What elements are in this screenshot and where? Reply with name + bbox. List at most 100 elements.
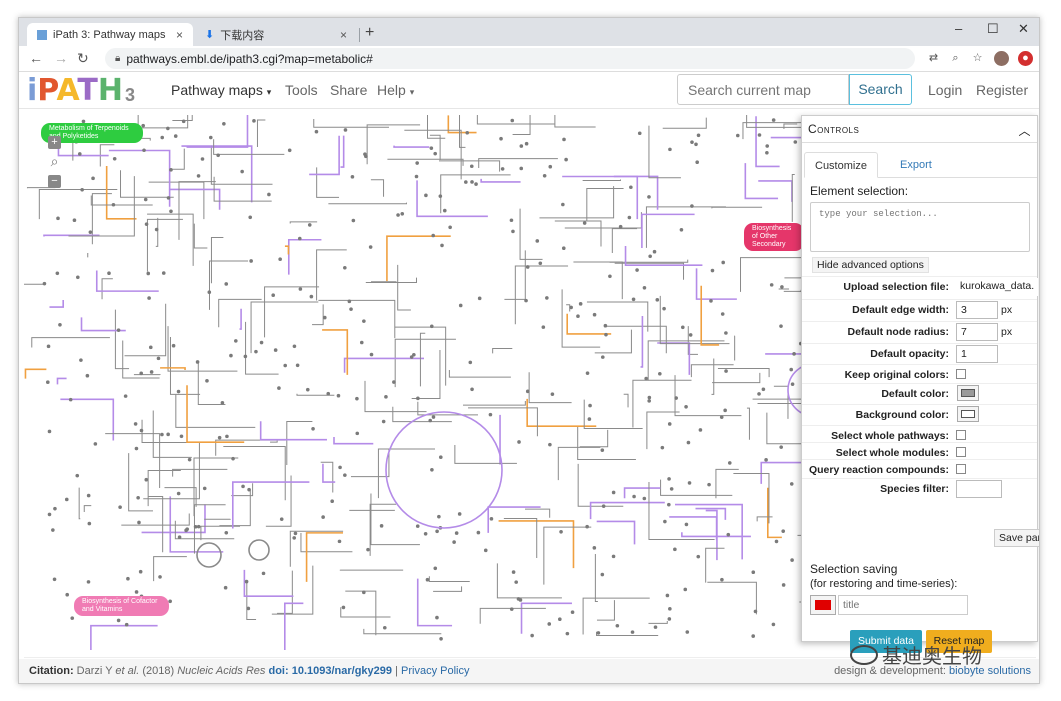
map-node[interactable] — [779, 445, 783, 449]
map-edge[interactable] — [428, 576, 470, 583]
map-node[interactable] — [592, 546, 597, 550]
map-edge[interactable] — [345, 590, 377, 636]
map-node[interactable] — [440, 243, 444, 248]
map-node[interactable] — [161, 271, 166, 275]
map-node[interactable] — [207, 290, 212, 295]
map-node[interactable] — [396, 213, 400, 217]
map-node[interactable] — [53, 506, 57, 511]
map-node[interactable] — [91, 176, 95, 181]
map-node[interactable] — [751, 634, 756, 638]
map-node[interactable] — [72, 218, 77, 223]
map-edge[interactable] — [648, 481, 715, 540]
map-node[interactable] — [519, 144, 524, 148]
map-node[interactable] — [709, 299, 713, 303]
map-node[interactable] — [58, 322, 62, 327]
map-edge[interactable] — [562, 175, 639, 220]
map-node[interactable] — [665, 593, 670, 598]
map-node[interactable] — [196, 174, 201, 178]
map-node[interactable] — [489, 517, 494, 521]
map-node[interactable] — [635, 268, 639, 272]
privacy-policy-link[interactable]: Privacy Policy — [401, 665, 469, 677]
map-node[interactable] — [179, 434, 184, 439]
map-node[interactable] — [790, 558, 794, 562]
map-node[interactable] — [137, 520, 141, 525]
tab-ipath[interactable]: iPath 3: Pathway maps × — [27, 23, 193, 46]
map-node[interactable] — [442, 208, 447, 213]
doi-link[interactable]: 10.1093/nar/gky299 — [292, 665, 392, 677]
map-edge[interactable] — [108, 149, 171, 207]
map-node[interactable] — [148, 345, 153, 350]
map-edge[interactable] — [675, 503, 743, 560]
map-node[interactable] — [690, 204, 694, 208]
map-edge[interactable] — [197, 362, 226, 405]
map-edge[interactable] — [193, 504, 226, 554]
map-edge[interactable] — [340, 135, 345, 168]
map-node[interactable] — [431, 415, 436, 419]
map-node[interactable] — [278, 257, 282, 261]
map-edge[interactable] — [519, 208, 543, 260]
map-edge[interactable] — [662, 117, 707, 129]
tab-export[interactable]: Export — [890, 152, 942, 178]
map-node[interactable] — [85, 373, 90, 378]
selection-title-input[interactable] — [838, 595, 968, 615]
map-node[interactable] — [469, 164, 474, 169]
url-field[interactable]: 🔒︎ pathways.embl.de/ipath3.cgi?map=metab… — [105, 48, 915, 69]
map-node[interactable] — [632, 494, 636, 499]
map-node[interactable] — [765, 150, 769, 155]
map-node[interactable] — [246, 606, 251, 611]
map-node[interactable] — [637, 131, 642, 136]
map-cycle[interactable] — [385, 411, 503, 529]
map-node[interactable] — [244, 579, 249, 584]
map-edge[interactable] — [56, 377, 67, 385]
map-node[interactable] — [149, 370, 154, 374]
map-node[interactable] — [757, 133, 762, 137]
map-edge[interactable] — [646, 411, 680, 450]
map-node[interactable] — [509, 218, 514, 223]
map-node[interactable] — [107, 271, 111, 276]
map-node[interactable] — [611, 490, 616, 495]
map-node[interactable] — [111, 202, 116, 207]
map-edge[interactable] — [623, 487, 661, 499]
map-node[interactable] — [592, 312, 597, 317]
map-edge[interactable] — [124, 303, 167, 357]
map-node[interactable] — [134, 446, 139, 451]
map-edge[interactable] — [178, 181, 216, 240]
map-node[interactable] — [618, 224, 623, 229]
map-node[interactable] — [321, 515, 325, 519]
map-edge[interactable] — [733, 472, 770, 524]
map-node[interactable] — [757, 392, 761, 396]
map-edge[interactable] — [148, 495, 164, 553]
map-edge[interactable] — [640, 316, 644, 368]
map-edge[interactable] — [756, 516, 773, 522]
map-edge[interactable] — [105, 166, 137, 220]
map-node[interactable] — [655, 298, 660, 302]
map-node[interactable] — [684, 522, 689, 527]
map-edge[interactable] — [695, 268, 737, 300]
map-node[interactable] — [64, 497, 69, 502]
map-node[interactable] — [630, 630, 635, 634]
map-node[interactable] — [753, 609, 758, 614]
map-node[interactable] — [46, 344, 51, 349]
map-edge[interactable] — [613, 175, 659, 210]
map-node[interactable] — [249, 259, 253, 263]
map-node[interactable] — [76, 275, 80, 280]
map-edge[interactable] — [147, 213, 194, 266]
map-node[interactable] — [647, 399, 651, 403]
map-node[interactable] — [158, 575, 162, 579]
map-edge[interactable] — [705, 547, 725, 583]
map-node[interactable] — [439, 636, 443, 641]
map-edge[interactable] — [128, 453, 153, 512]
map-node[interactable] — [437, 514, 441, 519]
map-edge[interactable] — [524, 508, 551, 518]
map-node[interactable] — [696, 554, 701, 559]
map-node[interactable] — [525, 265, 530, 269]
map-node[interactable] — [338, 465, 342, 470]
map-edge[interactable] — [778, 288, 790, 290]
map-node[interactable] — [116, 618, 121, 623]
zoom-in-icon[interactable]: + — [48, 136, 61, 149]
map-node[interactable] — [530, 633, 534, 638]
map-node[interactable] — [77, 152, 82, 156]
map-node[interactable] — [751, 570, 756, 575]
map-node[interactable] — [133, 422, 138, 426]
map-node[interactable] — [474, 182, 478, 186]
